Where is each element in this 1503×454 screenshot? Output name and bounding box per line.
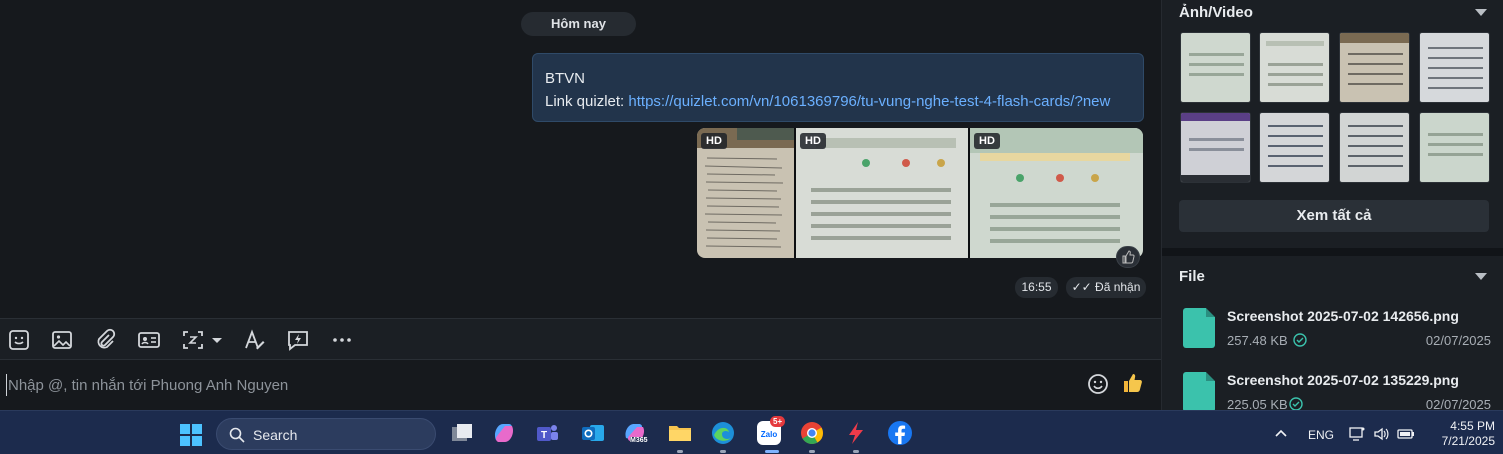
message-input[interactable]: [6, 374, 1066, 396]
media-thumbnail[interactable]: [1419, 112, 1490, 183]
photo-3[interactable]: HD: [970, 128, 1143, 258]
hd-badge: HD: [701, 133, 727, 149]
photo-2[interactable]: HD: [796, 128, 968, 258]
composer-toolbar: [0, 318, 1161, 360]
svg-text:Zalo: Zalo: [761, 430, 778, 439]
media-thumbnail[interactable]: [1259, 32, 1330, 103]
message-link-line: Link quizlet: https://quizlet.com/vn/106…: [545, 90, 1131, 113]
media-thumbnail[interactable]: [1259, 112, 1330, 183]
photo-group: HD HD HD: [697, 128, 1143, 258]
chat-area: Hôm nay BTVN Link quizlet: https://quizl…: [0, 0, 1161, 318]
image-file-icon: [1183, 308, 1215, 348]
clock-time: 4:55 PM: [1450, 419, 1495, 433]
clock-date: 7/21/2025: [1441, 434, 1495, 448]
message-text: Link quizlet:: [545, 93, 629, 110]
section-divider: [1162, 248, 1503, 256]
windows-start-icon[interactable]: [180, 424, 202, 446]
composer: [0, 360, 1161, 410]
hd-badge: HD: [800, 133, 826, 149]
file-size: 257.48 KB: [1227, 333, 1288, 348]
network-icon[interactable]: [1349, 426, 1365, 442]
thumbs-up-icon: [1122, 250, 1135, 264]
attach-icon[interactable]: [93, 328, 117, 352]
media-thumbnail[interactable]: [1419, 32, 1490, 103]
image-icon[interactable]: [50, 328, 74, 352]
volume-icon[interactable]: [1373, 426, 1389, 442]
hd-badge: HD: [974, 133, 1000, 149]
screenshot-icon[interactable]: [181, 328, 225, 352]
file-explorer-icon[interactable]: [667, 420, 693, 446]
outlook-icon[interactable]: [580, 420, 606, 446]
search-icon: [229, 427, 245, 443]
media-thumbnail[interactable]: [1180, 112, 1251, 183]
file-section-title: File: [1179, 268, 1205, 285]
zalo-icon[interactable]: Zalo 5+: [756, 416, 786, 446]
running-app-indicator: [720, 450, 726, 453]
emoji-icon[interactable]: [1087, 373, 1109, 395]
input-language[interactable]: ENG: [1308, 428, 1334, 442]
reaction-like-button[interactable]: [1116, 246, 1140, 268]
thumbs-up-icon: [1124, 374, 1142, 392]
more-icon[interactable]: [330, 328, 354, 352]
show-hidden-icons-chevron-icon[interactable]: [1275, 428, 1287, 438]
zalo-window: Hôm nay BTVN Link quizlet: https://quizl…: [0, 0, 1503, 454]
collapse-file-caret-icon[interactable]: [1475, 273, 1487, 280]
downloaded-check-icon: [1293, 333, 1307, 347]
running-app-indicator: [809, 450, 815, 453]
conversation-info-panel: Ảnh/Video Xem tất cả File Screenshot 202…: [1161, 0, 1503, 412]
flash-app-icon[interactable]: [843, 420, 869, 446]
photo-1[interactable]: HD: [697, 128, 794, 258]
battery-icon[interactable]: [1397, 426, 1415, 442]
image-file-icon: [1183, 372, 1215, 412]
search-label: Search: [253, 427, 298, 443]
m365-label: M365: [630, 437, 648, 444]
file-item[interactable]: Screenshot 2025-07-02 142656.png 257.48 …: [1179, 308, 1494, 363]
sticker-icon[interactable]: [7, 328, 31, 352]
send-like-button[interactable]: [1122, 372, 1146, 396]
date-divider: Hôm nay: [521, 12, 636, 36]
status-text: Đã nhận: [1095, 280, 1141, 294]
message-bubble[interactable]: BTVN Link quizlet: https://quizlet.com/v…: [532, 53, 1144, 122]
delivery-status: ✓✓ Đã nhận: [1066, 277, 1146, 298]
windows-taskbar: Search T M365 Zalo 5+ ENG 4:55 PM 7/21/2…: [0, 410, 1503, 454]
running-app-indicator: [853, 450, 859, 453]
active-app-indicator: [765, 450, 779, 453]
message-line: BTVN: [545, 70, 586, 87]
collapse-media-caret-icon[interactable]: [1475, 9, 1487, 16]
edge-icon[interactable]: [710, 420, 736, 446]
text-format-icon[interactable]: [242, 328, 266, 352]
quick-message-icon[interactable]: [286, 328, 310, 352]
contact-card-icon[interactable]: [137, 328, 161, 352]
message-time: 16:55: [1015, 277, 1058, 298]
notification-badge: 5+: [770, 416, 786, 427]
file-date: 02/07/2025: [1425, 333, 1491, 348]
system-clock[interactable]: 4:55 PM 7/21/2025: [1425, 419, 1495, 449]
chrome-icon[interactable]: [799, 420, 825, 446]
double-check-icon: ✓✓: [1071, 280, 1096, 294]
view-all-media-button[interactable]: Xem tất cả: [1179, 200, 1489, 232]
media-section-title: Ảnh/Video: [1179, 4, 1253, 21]
file-name: Screenshot 2025-07-02 142656.png: [1227, 308, 1459, 324]
media-thumbnail[interactable]: [1339, 112, 1410, 183]
taskbar-search[interactable]: Search: [216, 418, 436, 450]
running-app-indicator: [677, 450, 683, 453]
quizlet-link[interactable]: https://quizlet.com/vn/1061369796/tu-vun…: [628, 93, 1110, 110]
media-thumbnail[interactable]: [1180, 32, 1251, 103]
facebook-icon[interactable]: [887, 420, 913, 446]
teams-icon[interactable]: T: [534, 420, 560, 446]
svg-text:T: T: [541, 430, 547, 441]
file-name: Screenshot 2025-07-02 135229.png: [1227, 372, 1459, 388]
task-view-icon[interactable]: [449, 420, 475, 446]
media-thumbnail[interactable]: [1339, 32, 1410, 103]
copilot-icon[interactable]: [491, 420, 517, 446]
microsoft-365-icon[interactable]: M365: [622, 420, 648, 446]
downloaded-check-icon: [1289, 397, 1303, 411]
